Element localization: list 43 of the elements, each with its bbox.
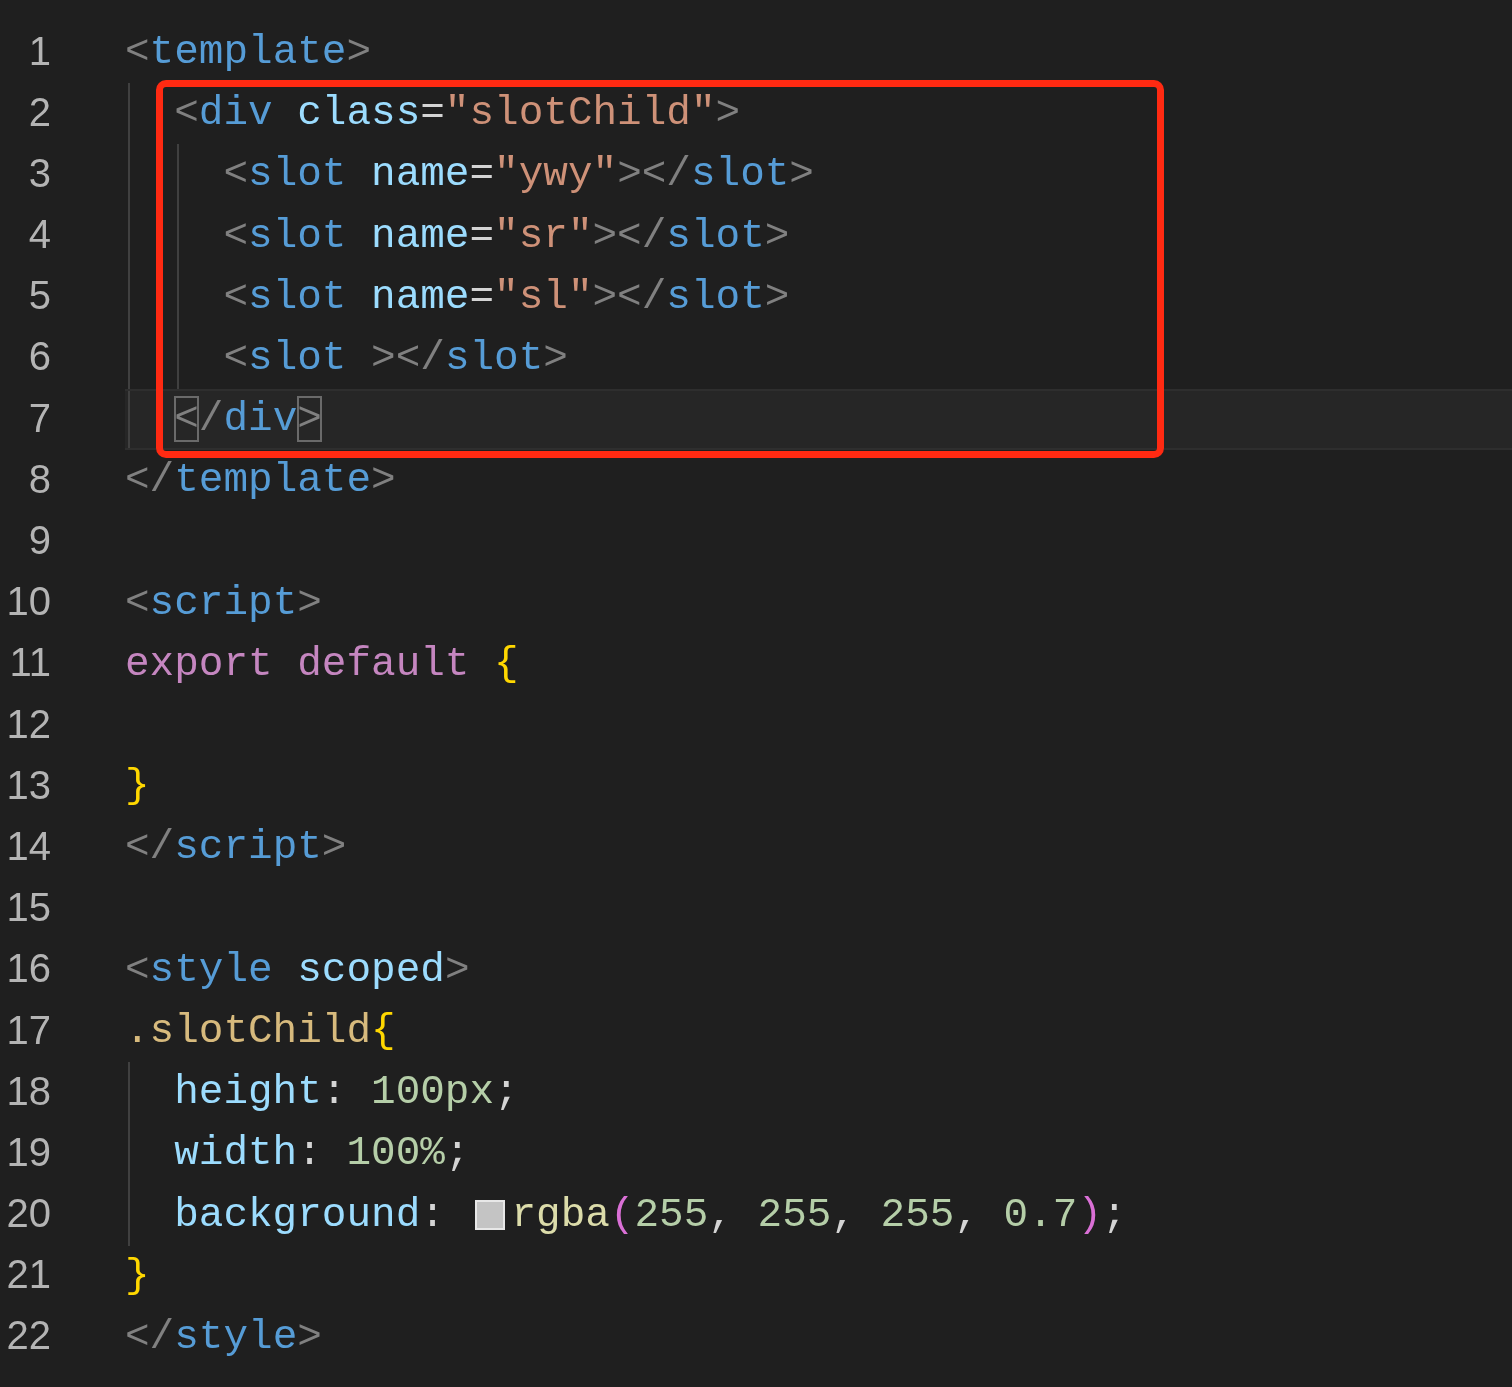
code-line: export default { — [125, 639, 519, 689]
line-number: 5 — [28, 273, 51, 318]
line-number: 13 — [6, 762, 51, 807]
line-number: 6 — [28, 334, 51, 379]
line-number: 1 — [28, 28, 51, 73]
code-line: height: 100px; — [173, 1068, 519, 1118]
line-number: 8 — [28, 456, 51, 501]
line-number: 21 — [6, 1252, 51, 1297]
line-number: 22 — [6, 1313, 51, 1358]
code-line: <slot name="sl"></slot> — [222, 272, 790, 322]
line-number: 16 — [6, 946, 51, 991]
line-number: 19 — [6, 1129, 51, 1174]
line-number: 18 — [6, 1068, 51, 1113]
line-number: 17 — [6, 1007, 51, 1052]
line-number: 14 — [6, 823, 51, 868]
line-number: 4 — [28, 212, 51, 257]
code-line: </template> — [125, 456, 396, 506]
code-line: } — [125, 762, 150, 812]
code-line: <div class="slotChild"> — [173, 89, 741, 139]
code-line: <template> — [125, 28, 372, 77]
code-line: <slot name="ywy"></slot> — [222, 150, 814, 200]
code-line: </div> — [173, 395, 322, 445]
code-line: width: 100%; — [173, 1129, 470, 1179]
code-text: rgba(255, 255, 255, 0.7); — [511, 1190, 1127, 1240]
code-line: </style> — [125, 1312, 322, 1362]
line-number: 12 — [6, 701, 51, 746]
line-number: 15 — [6, 885, 51, 930]
line-number: 2 — [28, 89, 51, 134]
line-number: 10 — [6, 579, 51, 624]
color-swatch-icon[interactable] — [475, 1200, 506, 1231]
line-number: 9 — [28, 518, 51, 562]
line-number: 20 — [6, 1191, 51, 1236]
line-number: 3 — [28, 150, 51, 195]
code-line: .slotChild{ — [125, 1007, 396, 1056]
code-text: background: — [173, 1190, 446, 1240]
code-line: <slot ></slot> — [222, 333, 568, 383]
code-line: </script> — [125, 823, 347, 873]
line-number: 7 — [28, 395, 51, 440]
code-line: } — [125, 1251, 150, 1301]
code-line: <slot name="sr"></slot> — [222, 211, 790, 261]
line-number: 11 — [9, 640, 51, 685]
code-line: <style scoped> — [125, 945, 470, 995]
code-line: <script> — [125, 578, 322, 628]
